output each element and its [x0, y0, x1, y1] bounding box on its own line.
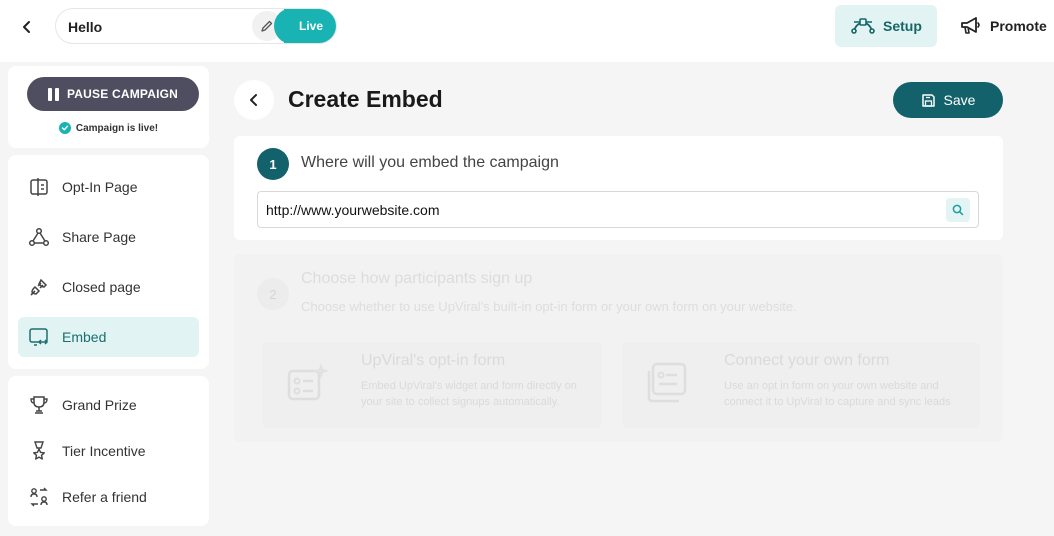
page-title: Create Embed: [288, 86, 443, 112]
sidebar-item-grand-prize[interactable]: Grand Prize: [18, 385, 199, 425]
save-label: Save: [943, 92, 976, 108]
sidebar-item-label: Refer a friend: [62, 489, 147, 505]
own-form-option[interactable]: Connect your own form Use an opt in form…: [622, 342, 980, 428]
chevron-left-icon: [250, 94, 257, 106]
url-search-button[interactable]: [946, 198, 970, 222]
save-button[interactable]: Save: [893, 82, 1003, 118]
option-title: UpViral's opt-in form: [361, 352, 506, 369]
sidebar-item-label: Tier Incentive: [62, 443, 146, 459]
option-description: Use an opt in form on your own website a…: [724, 378, 951, 410]
step-number: 2: [257, 278, 289, 310]
check-circle-icon: [58, 122, 71, 134]
unplug-icon: [28, 276, 50, 298]
rewards-nav-card: Grand Prize Tier Incentive Refer a frien…: [8, 376, 209, 526]
live-label: Live: [298, 19, 323, 33]
campaign-control-card: PAUSE CAMPAIGN Campaign is live!: [8, 66, 209, 148]
campaign-name-pill: Hello Live: [55, 8, 337, 44]
sidebar-item-tier-incentive[interactable]: Tier Incentive: [18, 431, 199, 471]
share-nodes-icon: [28, 226, 50, 248]
megaphone-icon: [961, 17, 980, 34]
campaign-status: Campaign is live!: [8, 122, 209, 134]
setup-button[interactable]: Setup: [835, 5, 937, 47]
back-button[interactable]: [14, 14, 40, 40]
floppy-disk-icon: [921, 93, 935, 107]
form-stack-icon: [644, 360, 690, 406]
sidebar-item-label: Opt-In Page: [62, 179, 138, 195]
pages-nav-card: Opt-In Page Share Page Closed page Embed: [8, 155, 209, 369]
promote-button[interactable]: Promote: [960, 5, 1054, 47]
step-1-card: 1 Where will you embed the campaign: [234, 136, 1003, 240]
pause-campaign-label: PAUSE CAMPAIGN: [66, 87, 179, 101]
option-description-line: connect it to UpViral to capture and syn…: [724, 396, 951, 408]
option-description-line: Embed UpViral's widget and form directly…: [361, 380, 577, 392]
option-description: Embed UpViral's widget and form directly…: [361, 378, 577, 410]
sidebar-item-label: Closed page: [62, 279, 141, 295]
option-title: Connect your own form: [724, 352, 890, 369]
upviral-form-option[interactable]: UpViral's opt-in form Embed UpViral's wi…: [262, 342, 602, 428]
sidebar-item-refer-a-friend[interactable]: Refer a friend: [18, 477, 199, 517]
sidebar-item-closed-page[interactable]: Closed page: [18, 267, 199, 307]
step-2-card: 2 Choose how participants sign up Choose…: [234, 254, 1003, 442]
option-description-line: your site to collect signups automatical…: [361, 396, 560, 408]
bezier-curve-icon: [851, 18, 875, 34]
chevron-left-icon: [23, 21, 30, 33]
trophy-icon: [28, 394, 50, 416]
setup-label: Setup: [883, 18, 922, 34]
pause-icon: [47, 87, 59, 101]
form-sparkle-icon: [284, 360, 330, 406]
main-back-button[interactable]: [234, 80, 274, 120]
top-bar: Hello Live Setup Promote: [0, 0, 1054, 62]
campaign-name: Hello: [68, 19, 103, 35]
step-number: 1: [257, 148, 289, 180]
step-subtitle: Choose whether to use UpViral's built-in…: [301, 299, 797, 314]
sidebar-item-embed[interactable]: Embed: [18, 317, 199, 357]
sidebar-item-share-page[interactable]: Share Page: [18, 217, 199, 257]
sidebar-item-label: Share Page: [62, 229, 136, 245]
pause-campaign-button[interactable]: PAUSE CAMPAIGN: [27, 77, 199, 111]
opt-in-page-icon: [28, 176, 50, 198]
live-toggle[interactable]: Live: [274, 9, 336, 43]
search-icon: [952, 204, 964, 216]
award-ribbon-icon: [28, 440, 50, 462]
step-title: Choose how participants sign up: [301, 270, 533, 287]
sidebar-item-label: Embed: [62, 329, 107, 345]
sidebar-item-label: Grand Prize: [62, 397, 137, 413]
website-url-input[interactable]: [266, 200, 926, 220]
website-url-field: [257, 191, 979, 228]
campaign-status-text: Campaign is live!: [75, 122, 159, 134]
option-description-line: Use an opt in form on your own website a…: [724, 380, 939, 392]
step-title: Where will you embed the campaign: [301, 154, 559, 171]
promote-label: Promote: [990, 18, 1047, 34]
pencil-icon: [261, 20, 273, 32]
refer-swap-icon: [28, 486, 50, 508]
sidebar-item-opt-in-page[interactable]: Opt-In Page: [18, 167, 199, 207]
embed-code-icon: [28, 326, 50, 348]
